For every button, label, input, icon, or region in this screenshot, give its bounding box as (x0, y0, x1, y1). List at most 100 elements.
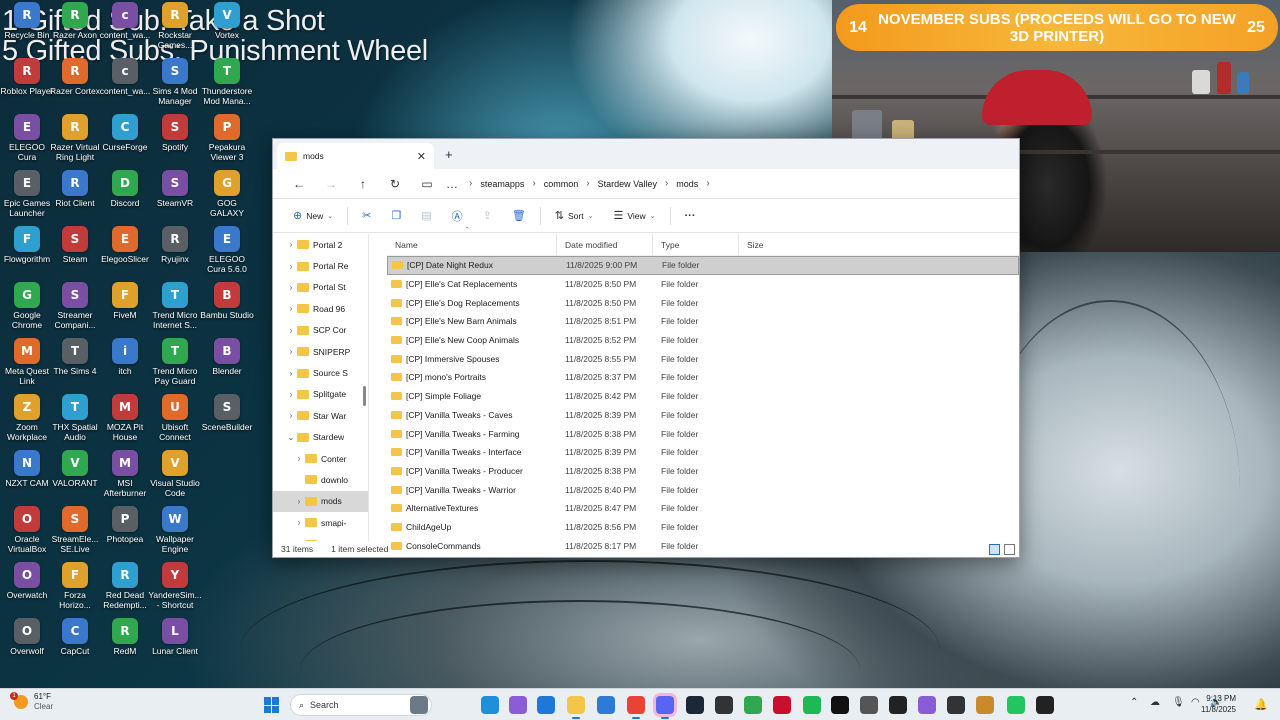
chevron-right-icon[interactable]: › (285, 326, 297, 335)
taskbar-terminal-icon[interactable] (1036, 696, 1054, 714)
taskbar-epic-icon[interactable] (889, 696, 907, 714)
taskbar-game-icon[interactable] (976, 696, 994, 714)
file-row[interactable]: [CP] Simple Foliage 11/8/2025 8:42 PM File… (387, 387, 1019, 406)
desktop-icon[interactable]: D Discord (98, 170, 152, 208)
taskbar-app-icon[interactable] (947, 696, 965, 714)
file-row[interactable]: [CP] Elle's Dog Replacements 11/8/2025 8:… (387, 293, 1019, 312)
chevron-right-icon[interactable]: › (285, 262, 297, 271)
desktop-icon[interactable]: T THX Spatial Audio (48, 394, 102, 442)
desktop-icon[interactable]: E Epic Games Launcher (0, 170, 54, 218)
desktop-icon[interactable]: L Lunar Client (148, 618, 202, 656)
desktop-icon[interactable]: G Google Chrome (0, 282, 54, 330)
taskbar-spotify-icon[interactable] (803, 696, 821, 714)
microphone-icon[interactable]: 🎙 (1172, 697, 1185, 708)
desktop-icon[interactable]: V Vortex (200, 2, 254, 40)
file-row[interactable]: [CP] Elle's Cat Replacements 11/8/2025 8:… (387, 275, 1019, 294)
desktop-icon[interactable]: S Streamer Compani... (48, 282, 102, 330)
taskbar-edge-browser-icon[interactable] (537, 696, 555, 714)
desktop-icon[interactable]: T Trend Micro Internet S... (148, 282, 202, 330)
cloud-sync-icon[interactable]: ☁ (1150, 697, 1160, 708)
desktop-icon[interactable]: F Forza Horizo... (48, 562, 102, 610)
nav-item[interactable]: › SCP Cor (273, 320, 368, 341)
chevron-right-icon[interactable]: › (285, 390, 297, 399)
nav-item[interactable]: › Portal Re (273, 255, 368, 276)
desktop-icon[interactable]: c content_wa... (98, 2, 152, 40)
nav-item[interactable]: › Source S (273, 362, 368, 383)
chevron-right-icon[interactable]: › (285, 240, 297, 249)
taskbar-file-explorer-icon[interactable] (410, 696, 428, 714)
desktop-icon[interactable]: R Red Dead Redempti... (98, 562, 152, 610)
file-row[interactable]: ChildAgeUp 11/8/2025 8:56 PM File folder (387, 518, 1019, 537)
chevron-right-icon[interactable]: › (293, 518, 305, 527)
chevron-right-icon[interactable]: › (285, 369, 297, 378)
explorer-tab-mods[interactable]: mods ✕ (277, 143, 434, 169)
cut-button[interactable]: ✂ (352, 209, 381, 222)
taskbar-green-app-icon[interactable] (1007, 696, 1025, 714)
new-tab-icon[interactable]: + (445, 147, 453, 162)
windows-start-icon[interactable] (264, 697, 280, 713)
file-row[interactable]: [CP] Elle's New Barn Animals 11/8/2025 8:… (387, 312, 1019, 331)
taskbar-chrome-icon[interactable] (627, 696, 645, 719)
nav-item[interactable]: › Conter (273, 448, 368, 469)
tiles-view-icon[interactable] (1004, 544, 1015, 555)
desktop-icon[interactable]: T Trend Micro Pay Guard (148, 338, 202, 386)
taskbar-app-icon[interactable] (860, 696, 878, 714)
delete-button[interactable]: 🗑 (502, 209, 536, 222)
chevron-right-icon[interactable]: › (293, 454, 305, 463)
chevron-right-icon[interactable]: › (285, 411, 297, 420)
desktop-icon[interactable]: R Ryujinx (148, 226, 202, 264)
taskbar-obs-icon[interactable] (715, 696, 733, 714)
desktop-icon[interactable]: T Thunderstore Mod Mana... (200, 58, 254, 106)
taskbar-edge-icon[interactable] (481, 696, 499, 714)
nav-item[interactable]: › Portal St (273, 277, 368, 298)
desktop-icon[interactable]: F Flowgorithm (0, 226, 54, 264)
desktop-icon[interactable]: i itch (98, 338, 152, 376)
new-button[interactable]: ⊕ New ⌄ (283, 209, 343, 222)
desktop-icon[interactable]: S Steam (48, 226, 102, 264)
desktop-icon[interactable]: S SteamVR (148, 170, 202, 208)
desktop-icon[interactable]: F FiveM (98, 282, 152, 320)
file-row[interactable]: [CP] Elle's New Coop Animals 11/8/2025 8:… (387, 331, 1019, 350)
breadcrumb-item[interactable]: steamapps (472, 179, 532, 189)
taskbar-opera-icon[interactable] (773, 696, 791, 714)
file-row[interactable]: AlternativeTextures 11/8/2025 8:47 PM File… (387, 499, 1019, 518)
desktop-icon[interactable]: c content_wa... (98, 58, 152, 96)
column-type[interactable]: Type (653, 233, 739, 256)
file-row[interactable]: [CP] mono's Portraits 11/8/2025 8:37 PM Fi… (387, 368, 1019, 387)
column-size[interactable]: Size (739, 234, 785, 256)
desktop-icon[interactable]: R Roblox Player (0, 58, 54, 96)
details-view-icon[interactable] (989, 544, 1000, 555)
desktop-icon[interactable]: S StreamEle... SE.Live (48, 506, 102, 554)
back-arrow-icon[interactable]: ← (283, 177, 315, 191)
desktop-icon[interactable]: T The Sims 4 (48, 338, 102, 376)
nav-item[interactable]: › SNIPERP (273, 341, 368, 362)
sort-button[interactable]: ⇅ Sort ⌄ (545, 209, 604, 222)
desktop-icon[interactable]: S Spotify (148, 114, 202, 152)
nav-item[interactable]: › Splitgate (273, 384, 368, 405)
desktop-icon[interactable]: V Visual Studio Code (148, 450, 202, 498)
column-name[interactable]: Name (387, 233, 557, 256)
nav-scrollbar[interactable] (363, 386, 366, 406)
nav-item[interactable]: › Portal 2 (273, 234, 368, 255)
desktop-icon[interactable]: R Razer Virtual Ring Light (48, 114, 102, 162)
nav-item[interactable]: › Star War (273, 405, 368, 426)
desktop-icon[interactable]: E ElegooSlicer (98, 226, 152, 264)
file-row[interactable]: [CP] Vanilla Tweaks - Warrior 11/8/2025 8… (387, 480, 1019, 499)
desktop-icon[interactable]: O Overwolf (0, 618, 54, 656)
nav-item[interactable]: › mods (273, 490, 368, 513)
desktop-icon[interactable]: B Blender (200, 338, 254, 376)
desktop-icon[interactable]: B Bambu Studio (200, 282, 254, 320)
more-path-icon[interactable]: … (443, 177, 461, 191)
breadcrumb-item[interactable]: mods (668, 179, 706, 189)
desktop-icon[interactable]: P Photopea (98, 506, 152, 544)
weather-widget[interactable]: 1 61°F Clear (10, 692, 53, 712)
desktop-icon[interactable]: R Razer Axon (48, 2, 102, 40)
paste-button[interactable]: ▤ (411, 209, 441, 222)
file-row[interactable]: [CP] Vanilla Tweaks - Interface 11/8/2025… (387, 443, 1019, 462)
breadcrumb-item[interactable]: Stardew Valley (590, 179, 665, 189)
desktop-icon[interactable]: G GOG GALAXY (200, 170, 254, 218)
taskbar-xbox-icon[interactable] (744, 696, 762, 714)
desktop-icon[interactable]: R Recycle Bin (0, 2, 54, 40)
taskbar-steam-icon[interactable] (686, 696, 704, 714)
chevron-right-icon[interactable]: › (293, 497, 305, 506)
